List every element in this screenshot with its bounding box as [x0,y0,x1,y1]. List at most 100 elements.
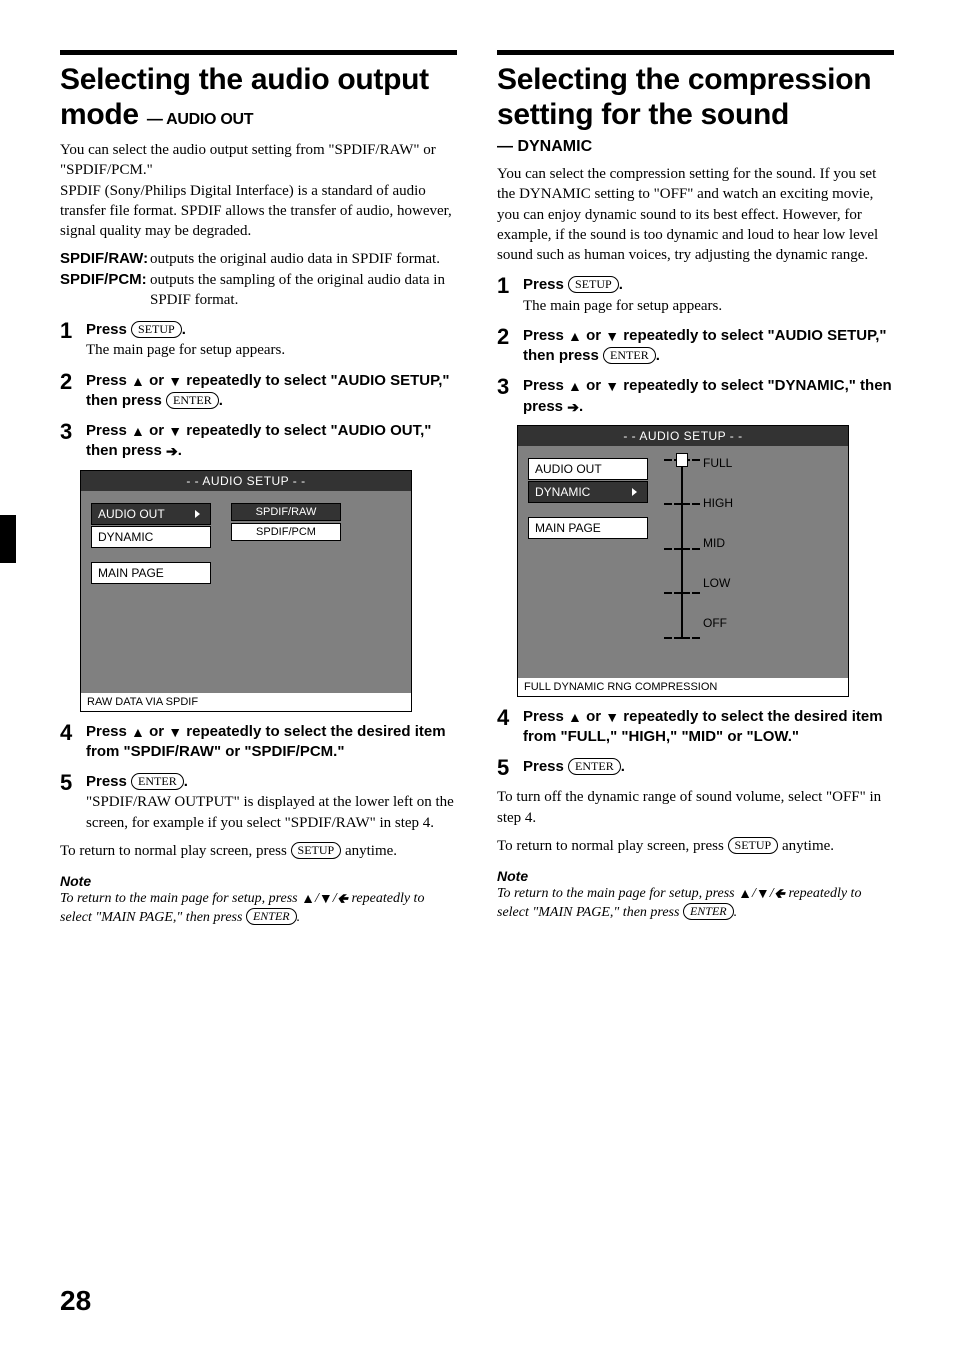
right-column: Selecting the compression setting for th… [497,50,894,927]
step-4: 4 Press ▲ or ▼ repeatedly to select the … [60,722,457,763]
intro-paragraph: You can select the audio output setting … [60,140,457,241]
slider-label-off: OFF [703,616,733,634]
step-4: 4 Press ▲ or ▼ repeatedly to select the … [497,707,894,748]
off-text: To turn off the dynamic range of sound v… [497,787,894,828]
section-subtitle-line: — DYNAMIC [497,138,894,156]
arrow-up-icon: ▲ [131,723,145,742]
enter-key: ENTER [131,773,184,790]
osd-status: RAW DATA VIA SPDIF [81,693,411,711]
slider-line [681,461,683,639]
osd-item-main-page[interactable]: MAIN PAGE [91,562,211,584]
edge-tab-marker [0,515,16,563]
arrow-down-icon: ▼ [168,422,182,441]
slider-label-mid: MID [703,536,733,554]
triangle-right-icon [195,510,200,518]
step-1: 1 Press SETUP. The main page for setup a… [60,320,457,361]
note-body: To return to the main page for setup, pr… [60,889,457,927]
slider-tick [674,503,690,505]
setup-key: SETUP [291,842,342,859]
title-line-1: Selecting the compression [497,63,871,96]
def-desc: outputs the sampling of the original aud… [150,270,457,311]
step-3: 3 Press ▲ or ▼ repeatedly to select "AUD… [60,421,457,462]
def-term: SPDIF/RAW: [60,249,150,269]
osd-audio-setup-left: - - AUDIO SETUP - - AUDIO OUT DYNAMIC MA… [80,470,412,712]
slider-label-full: FULL [703,456,733,474]
def-term: SPDIF/PCM: [60,270,150,311]
note-heading: Note [60,873,457,889]
arrow-up-icon: ▲ [301,889,315,907]
setup-key: SETUP [728,837,779,854]
dynamic-slider[interactable]: FULL HIGH MID LOW OFF [673,451,733,656]
slider-handle[interactable] [676,453,688,467]
slider-tick [674,548,690,550]
arrow-down-icon: ▼ [756,884,770,902]
arrow-right-icon: ➔ [166,442,178,461]
arrow-down-icon: ▼ [168,372,182,391]
setup-key: SETUP [131,321,182,338]
intro-paragraph: You can select the compression setting f… [497,164,894,265]
enter-key: ENTER [683,903,734,920]
return-text: To return to normal play screen, press S… [60,841,457,861]
step-sub: The main page for setup appears. [523,296,722,316]
arrow-up-icon: ▲ [568,327,582,346]
arrow-left-icon: 🢀 [337,889,348,907]
osd-item-audio-out[interactable]: AUDIO OUT [528,458,648,480]
arrow-down-icon: ▼ [605,708,619,727]
note-heading: Note [497,868,894,884]
section-title: Selecting the audio output mode — AUDIO … [60,63,457,132]
enter-key: ENTER [568,758,621,775]
arrow-down-icon: ▼ [319,889,333,907]
step-sub: "SPDIF/RAW OUTPUT" is displayed at the l… [86,792,457,833]
two-column-layout: Selecting the audio output mode — AUDIO … [60,50,894,927]
section-rule [497,50,894,55]
slider-tick [674,592,690,594]
arrow-right-icon: ➔ [567,398,579,417]
step-sub: The main page for setup appears. [86,340,285,360]
slider-label-high: HIGH [703,496,733,514]
steps-list: 1 Press SETUP. The main page for setup a… [497,275,894,417]
step-2: 2 Press ▲ or ▼ repeatedly to select "AUD… [497,326,894,367]
osd-title: - - AUDIO SETUP - - [518,426,848,446]
section-rule [60,50,457,55]
arrow-up-icon: ▲ [131,372,145,391]
enter-key: ENTER [166,392,219,409]
osd-option-spdif-pcm[interactable]: SPDIF/PCM [231,523,341,541]
page: Selecting the audio output mode — AUDIO … [0,0,954,1352]
enter-key: ENTER [603,347,656,364]
page-number: 28 [60,1285,91,1317]
section-subtitle: DYNAMIC [517,138,592,155]
slider-label-low: LOW [703,576,733,594]
osd-item-dynamic[interactable]: DYNAMIC [91,526,211,548]
section-title: Selecting the compression setting for th… [497,63,894,132]
title-line-2: setting for the sound [497,98,789,131]
osd-title: - - AUDIO SETUP - - [81,471,411,491]
slider-tick [674,637,690,639]
osd-status: FULL DYNAMIC RNG COMPRESSION [518,678,848,696]
arrow-left-icon: 🢀 [774,884,785,902]
steps-list: 1 Press SETUP. The main page for setup a… [60,320,457,462]
enter-key: ENTER [246,908,297,925]
title-line-1: Selecting the audio output [60,63,429,96]
step-5: 5 Press ENTER. "SPDIF/RAW OUTPUT" is dis… [60,772,457,833]
arrow-down-icon: ▼ [605,327,619,346]
setup-key: SETUP [568,276,619,293]
slider-labels: FULL HIGH MID LOW OFF [703,451,733,656]
section-subtitle: AUDIO OUT [166,111,253,128]
arrow-up-icon: ▲ [738,884,752,902]
return-text: To return to normal play screen, press S… [497,836,894,856]
arrow-up-icon: ▲ [568,377,582,396]
arrow-down-icon: ▼ [168,723,182,742]
osd-audio-setup-right: - - AUDIO SETUP - - AUDIO OUT DYNAMIC MA… [517,425,849,697]
step-3: 3 Press ▲ or ▼ repeatedly to select "DYN… [497,376,894,417]
triangle-right-icon [632,488,637,496]
osd-item-audio-out[interactable]: AUDIO OUT [91,503,211,525]
step-1: 1 Press SETUP. The main page for setup a… [497,275,894,316]
osd-option-spdif-raw[interactable]: SPDIF/RAW [231,503,341,521]
title-line-2: mode [60,98,139,131]
osd-item-dynamic[interactable]: DYNAMIC [528,481,648,503]
step-2: 2 Press ▲ or ▼ repeatedly to select "AUD… [60,371,457,412]
arrow-up-icon: ▲ [568,708,582,727]
left-column: Selecting the audio output mode — AUDIO … [60,50,457,927]
note-body: To return to the main page for setup, pr… [497,884,894,922]
osd-item-main-page[interactable]: MAIN PAGE [528,517,648,539]
